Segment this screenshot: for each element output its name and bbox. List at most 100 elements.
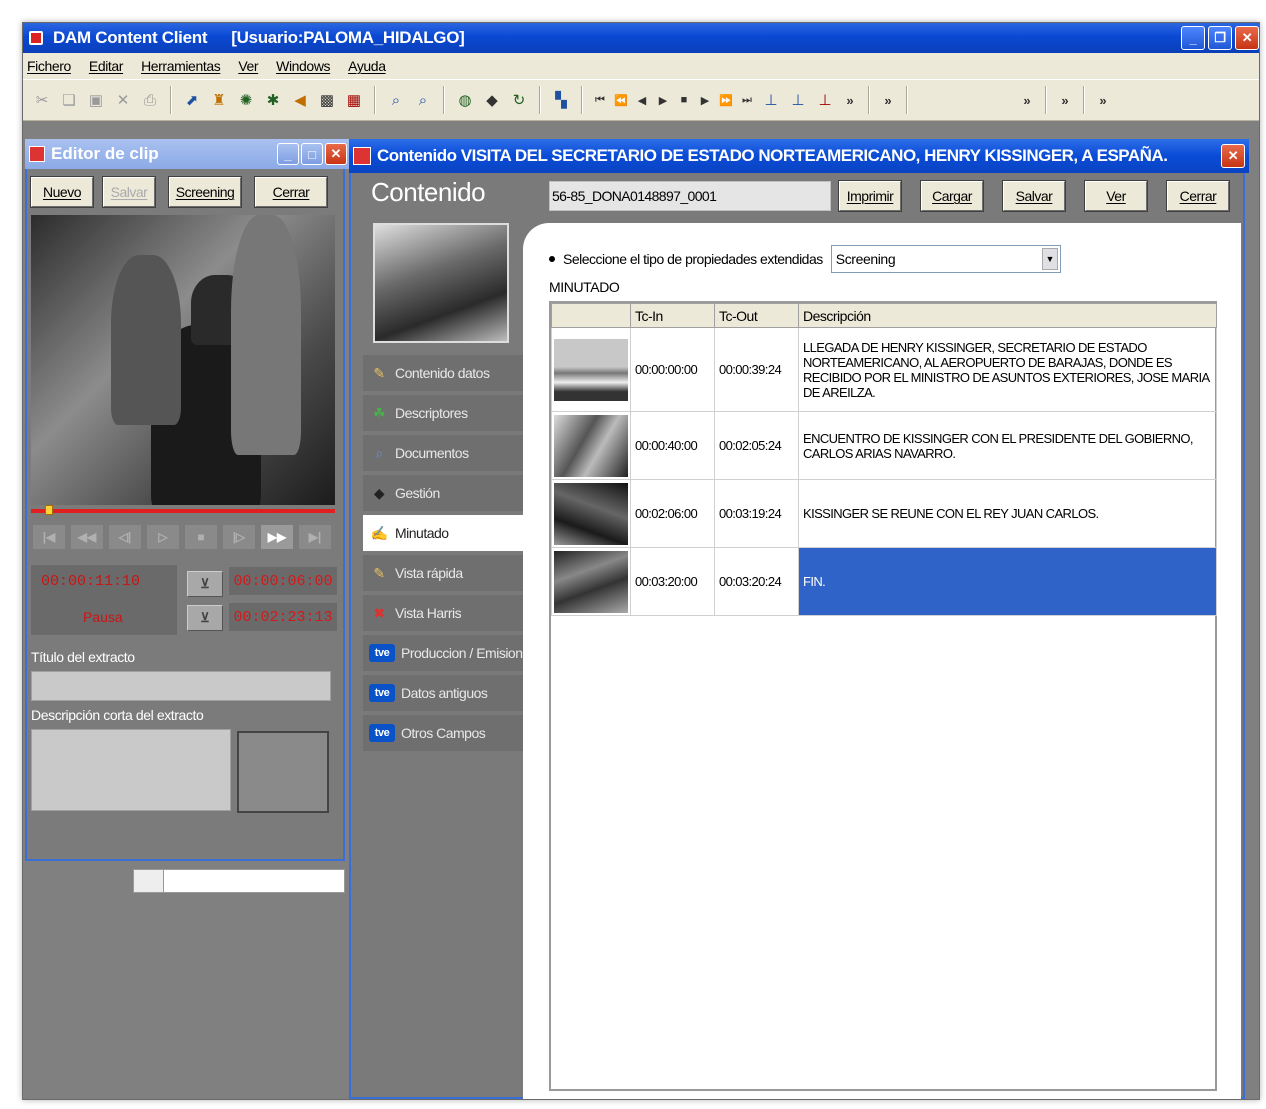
refresh-icon[interactable]: ↻ (508, 89, 530, 111)
col-tc-in[interactable]: Tc-In (630, 303, 715, 328)
last-frame-icon[interactable]: ⏭ (739, 89, 755, 111)
screening-button[interactable]: Screening (168, 176, 242, 208)
nav-documentos[interactable]: ⌕ Documentos (363, 435, 525, 471)
menu-fichero[interactable]: Fichero (27, 58, 71, 74)
scrubber-handle[interactable] (45, 505, 53, 515)
copy-icon[interactable]: ❏ (58, 89, 80, 111)
menu-ayuda[interactable]: Ayuda (348, 58, 386, 74)
toolbar-overflow-icon[interactable]: » (841, 89, 859, 111)
paste-icon[interactable]: ▣ (85, 89, 107, 111)
row-tc-in: 00:03:20:00 (630, 547, 715, 616)
maximize-icon[interactable]: □ (301, 143, 323, 165)
close-button[interactable]: Cerrar (254, 176, 328, 208)
chevron-down-icon[interactable]: ▼ (1041, 248, 1058, 270)
nav-descriptores[interactable]: ☘ Descriptores (363, 395, 525, 431)
play-icon[interactable]: ▷ (147, 525, 179, 549)
cut-icon[interactable]: ✂ (31, 89, 53, 111)
menu-ver[interactable]: Ver (238, 58, 258, 74)
first-frame-icon[interactable]: |◀ (33, 525, 65, 549)
save-button[interactable]: Salvar (1002, 180, 1066, 212)
print-icon[interactable]: ⎙ (139, 89, 161, 111)
toolbar-overflow-icon[interactable]: » (1018, 89, 1036, 111)
minimize-icon[interactable]: _ (1181, 26, 1205, 50)
close-button[interactable]: Cerrar (1166, 180, 1230, 212)
col-tc-out[interactable]: Tc-Out (714, 303, 799, 328)
minimize-icon[interactable]: _ (277, 143, 299, 165)
video-preview[interactable] (31, 215, 335, 505)
tve-logo-icon: tve (369, 644, 395, 662)
table-row[interactable]: 00:00:00:00 00:00:39:24 LLEGADA DE HENRY… (551, 327, 1217, 412)
first-frame-icon[interactable]: ⏮ (592, 89, 608, 111)
toolbar-overflow-icon[interactable]: » (1094, 89, 1112, 111)
search-advanced-icon[interactable]: ⌕ (412, 89, 434, 111)
close-icon[interactable]: ✕ (325, 143, 347, 165)
gear-icon[interactable]: ✺ (235, 89, 257, 111)
row-tc-in: 00:00:00:00 (630, 327, 715, 412)
save-button[interactable]: Salvar (102, 176, 156, 208)
table-row-selected[interactable]: 00:03:20:00 00:03:20:24 FIN. (551, 547, 1217, 616)
step-forward-icon[interactable]: |▷ (223, 525, 255, 549)
nav-produccion-emision[interactable]: tve Produccion / Emision (363, 635, 525, 671)
close-icon[interactable]: ✕ (1235, 26, 1259, 50)
table-row[interactable]: 00:02:06:00 00:03:19:24 KISSINGER SE REU… (551, 479, 1217, 548)
col-description[interactable]: Descripción (798, 303, 1217, 328)
layout-icon[interactable]: ▚ (550, 89, 572, 111)
pointer-icon[interactable]: ⬈ (181, 89, 203, 111)
menu-windows[interactable]: Windows (276, 58, 330, 74)
film-icon[interactable]: ▩ (316, 89, 338, 111)
nav-datos-antiguos[interactable]: tve Datos antiguos (363, 675, 525, 711)
step-back-icon[interactable]: ◀ (634, 89, 650, 111)
tag-icon[interactable]: ◆ (481, 89, 503, 111)
minimized-window-stub[interactable] (133, 869, 345, 893)
load-button[interactable]: Cargar (920, 180, 984, 212)
step-forward-icon[interactable]: ▶ (697, 89, 713, 111)
step-back-icon[interactable]: ◁| (109, 525, 141, 549)
app-titlebar: DAM Content Client [Usuario:PALOMA_HIDAL… (23, 23, 1259, 53)
fast-forward-icon[interactable]: ▶▶ (261, 525, 293, 549)
new-button[interactable]: Nuevo (30, 176, 94, 208)
nav-vista-rapida[interactable]: ✎ Vista rápida (363, 555, 525, 591)
nav-contenido-datos[interactable]: ✎ Contenido datos (363, 355, 525, 391)
mark-in-icon[interactable]: ⊥ (760, 89, 782, 111)
excerpt-title-field[interactable] (31, 671, 331, 701)
print-button[interactable]: Imprimir (838, 180, 902, 212)
rewind-icon[interactable]: ◀◀ (71, 525, 103, 549)
minimized-window-tab[interactable] (134, 870, 164, 892)
excerpt-description-field[interactable] (31, 729, 231, 811)
tools-icon[interactable]: ✱ (262, 89, 284, 111)
globe-icon[interactable]: ◍ (454, 89, 476, 111)
restore-icon[interactable]: ❐ (1208, 26, 1232, 50)
row-description: LLEGADA DE HENRY KISSINGER, SECRETARIO D… (798, 327, 1217, 412)
toolbar-overflow-icon[interactable]: » (879, 89, 897, 111)
view-button[interactable]: Ver (1084, 180, 1148, 212)
delete-icon[interactable]: ✕ (112, 89, 134, 111)
library-icon[interactable]: ♜ (208, 89, 230, 111)
menu-herramientas[interactable]: Herramientas (141, 58, 221, 74)
row-description: KISSINGER SE REUNE CON EL REY JUAN CARLO… (798, 479, 1217, 548)
nav-minutado[interactable]: ✍ Minutado (363, 515, 535, 551)
menu-editar[interactable]: Editar (89, 58, 124, 74)
fast-forward-icon[interactable]: ⏩ (718, 89, 734, 111)
close-icon[interactable]: ✕ (1221, 144, 1245, 168)
content-id-field[interactable]: 56-85_DONA0148897_0001 (549, 181, 831, 211)
row-tc-out: 00:03:19:24 (714, 479, 799, 548)
properties-type-select[interactable]: Screening ▼ (830, 245, 1061, 273)
stop-icon[interactable]: ■ (185, 525, 217, 549)
search-icon[interactable]: ⌕ (385, 89, 407, 111)
rewind-icon[interactable]: ⏪ (613, 89, 629, 111)
table-row[interactable]: 00:00:40:00 00:02:05:24 ENCUENTRO DE KIS… (551, 411, 1217, 480)
toolbar-overflow-icon[interactable]: » (1056, 89, 1074, 111)
mark-in-button[interactable]: ⊻ (187, 571, 223, 597)
last-frame-icon[interactable]: ▶| (299, 525, 331, 549)
nav-gestion[interactable]: ◆ Gestión (363, 475, 525, 511)
mark-out-button[interactable]: ⊻ (187, 605, 223, 631)
stop-icon[interactable]: ■ (676, 89, 692, 111)
mark-out-icon[interactable]: ⊥ (787, 89, 809, 111)
timeline-scrubber[interactable] (31, 505, 335, 515)
sound-icon[interactable]: ◀ (289, 89, 311, 111)
nav-vista-harris[interactable]: ✖ Vista Harris (363, 595, 525, 631)
play-icon[interactable]: ▶ (655, 89, 671, 111)
mark-clip-icon[interactable]: ⊥ (814, 89, 836, 111)
image-icon[interactable]: ▦ (343, 89, 365, 111)
nav-otros-campos[interactable]: tve Otros Campos (363, 715, 525, 751)
